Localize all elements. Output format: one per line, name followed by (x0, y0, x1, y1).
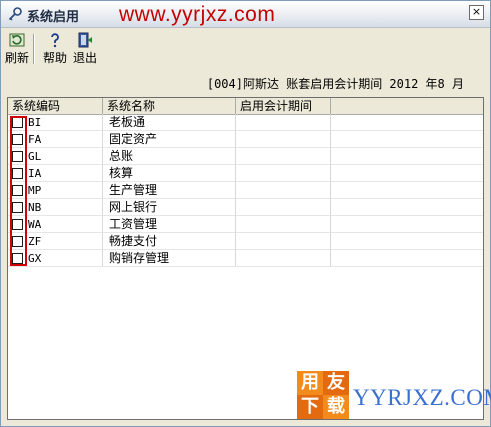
row-blank (331, 165, 483, 182)
header-blank (331, 98, 483, 114)
site-logo: 用 友 下 载 YYRJXZ.COM (297, 371, 491, 423)
toolbar-separator (33, 34, 35, 64)
exit-button[interactable]: 退出 (71, 32, 99, 66)
row-period (236, 199, 331, 216)
row-blank (331, 233, 483, 250)
table-row[interactable]: NB 网上银行 (8, 199, 483, 216)
table-row[interactable]: BI 老板通 (8, 114, 483, 131)
row-name: 核算 (103, 165, 236, 182)
enable-checkbox[interactable] (12, 134, 23, 145)
help-label: 帮助 (42, 51, 67, 65)
row-blank (331, 131, 483, 148)
header-system-code[interactable]: 系统编码 (8, 98, 103, 114)
enable-checkbox[interactable] (12, 117, 23, 128)
row-name: 固定资产 (103, 131, 236, 148)
refresh-icon (9, 33, 25, 47)
header-enable-period[interactable]: 启用会计期间 (236, 98, 331, 114)
table-row[interactable]: IA 核算 (8, 165, 483, 182)
row-name: 生产管理 (103, 182, 236, 199)
row-name: 工资管理 (103, 216, 236, 233)
logo-char: 载 (323, 395, 349, 419)
enable-checkbox[interactable] (12, 253, 23, 264)
row-name: 老板通 (103, 114, 236, 131)
table-row[interactable]: MP 生产管理 (8, 182, 483, 199)
row-blank (331, 250, 483, 267)
account-period-info: [004]阿斯达 账套启用会计期间 2012 年8 月 (206, 77, 464, 91)
refresh-label: 刷新 (4, 51, 29, 65)
row-period (236, 216, 331, 233)
enable-checkbox[interactable] (12, 236, 23, 247)
row-period (236, 233, 331, 250)
logo-text: YYRJXZ.COM (353, 385, 491, 410)
close-button[interactable]: × (469, 5, 484, 20)
row-period (236, 250, 331, 267)
enable-checkbox[interactable] (12, 202, 23, 213)
help-icon (51, 33, 59, 48)
logo-char: 用 (297, 371, 323, 395)
row-blank (331, 182, 483, 199)
system-enable-window: 系统启用 www.yyrjxz.com × 刷新 帮助 退出 [004]阿斯达 … (0, 0, 491, 427)
table-row[interactable]: GX 购销存管理 (8, 250, 483, 267)
row-name: 网上银行 (103, 199, 236, 216)
row-period (236, 182, 331, 199)
header-system-name[interactable]: 系统名称 (103, 98, 236, 114)
exit-door-icon (78, 32, 92, 48)
table-row[interactable]: WA 工资管理 (8, 216, 483, 233)
row-blank (331, 216, 483, 233)
key-icon (8, 7, 22, 21)
row-name: 总账 (103, 148, 236, 165)
row-period (236, 148, 331, 165)
row-period (236, 114, 331, 131)
watermark-url: www.yyrjxz.com (119, 3, 276, 26)
logo-char: 友 (323, 371, 349, 395)
enable-checkbox[interactable] (12, 168, 23, 179)
help-button[interactable]: 帮助 (41, 32, 69, 66)
logo-char: 下 (297, 395, 323, 419)
enable-checkbox[interactable] (12, 151, 23, 162)
table-row[interactable]: ZF 畅捷支付 (8, 233, 483, 250)
toolbar: 刷新 帮助 退出 (1, 28, 490, 68)
row-period (236, 165, 331, 182)
row-name: 畅捷支付 (103, 233, 236, 250)
table-header: 系统编码 系统名称 启用会计期间 (8, 98, 483, 115)
row-name: 购销存管理 (103, 250, 236, 267)
row-period (236, 131, 331, 148)
row-blank (331, 199, 483, 216)
window-title: 系统启用 (27, 10, 80, 25)
title-bar: 系统启用 www.yyrjxz.com × (1, 1, 490, 28)
table-row[interactable]: GL 总账 (8, 148, 483, 165)
table-row[interactable]: FA 固定资产 (8, 131, 483, 148)
exit-label: 退出 (72, 51, 97, 65)
enable-checkbox[interactable] (12, 219, 23, 230)
row-blank (331, 148, 483, 165)
row-blank (331, 114, 483, 131)
enable-checkbox[interactable] (12, 185, 23, 196)
refresh-button[interactable]: 刷新 (3, 32, 31, 66)
